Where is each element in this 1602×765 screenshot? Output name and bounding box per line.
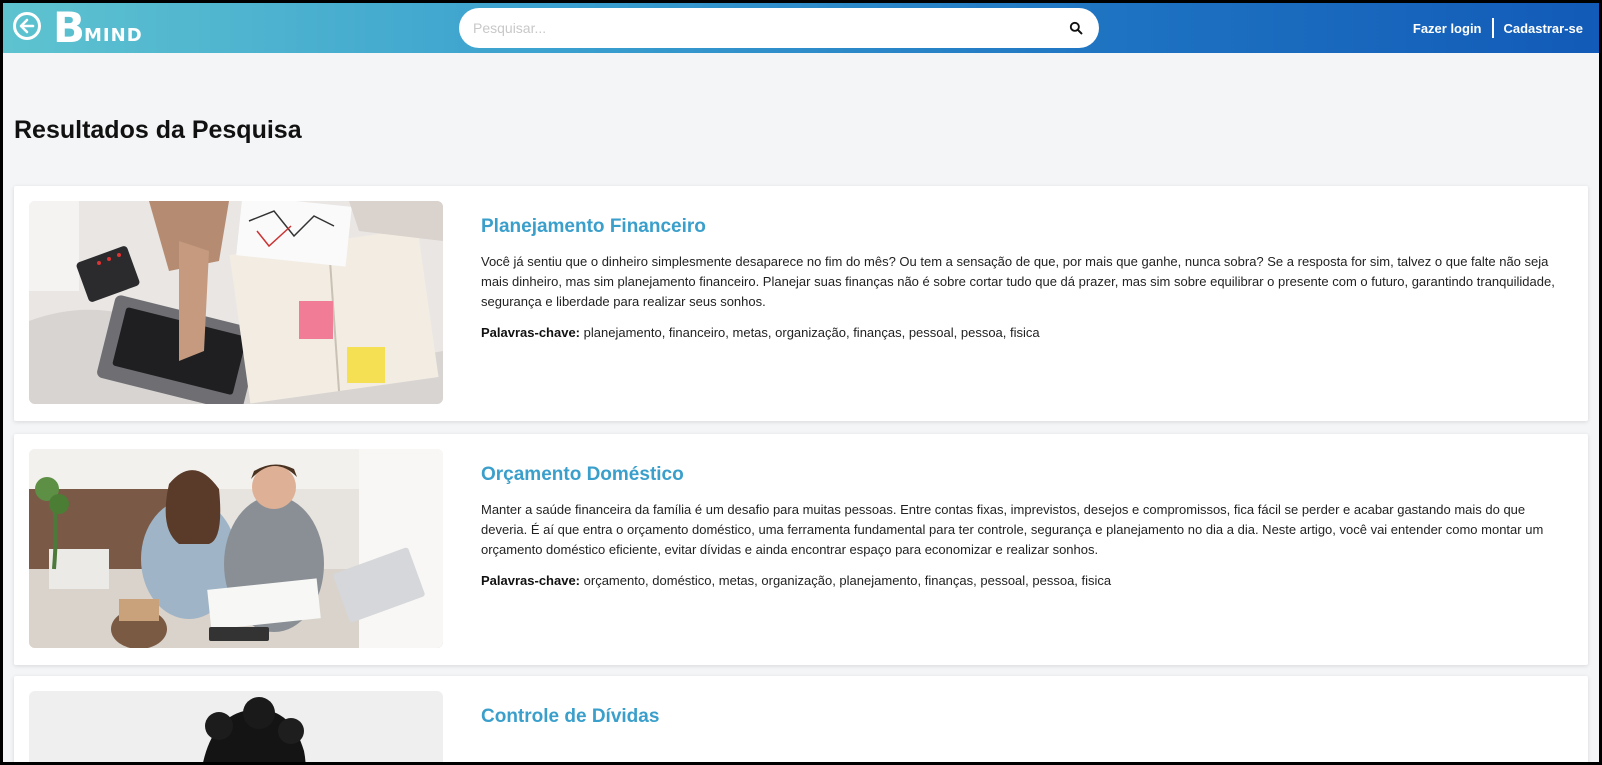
- back-arrow-circle-icon[interactable]: [13, 12, 41, 40]
- result-title[interactable]: Planejamento Financeiro: [481, 216, 1573, 238]
- result-image[interactable]: [29, 201, 443, 404]
- result-card: Orçamento Doméstico Manter a saúde finan…: [14, 434, 1588, 665]
- app-frame: B MIND Fazer login Cadastrar-se Resultad…: [3, 3, 1599, 762]
- result-image[interactable]: [29, 691, 443, 762]
- keywords-value: planejamento, financeiro, metas, organiz…: [583, 325, 1040, 340]
- result-image[interactable]: [29, 449, 443, 648]
- keywords-label: Palavras-chave:: [481, 325, 581, 340]
- auth-links: Fazer login Cadastrar-se: [1413, 3, 1583, 53]
- login-link[interactable]: Fazer login: [1413, 21, 1482, 36]
- result-keywords: Palavras-chave: planejamento, financeiro…: [481, 323, 1573, 343]
- search-input[interactable]: [473, 8, 1043, 48]
- signup-link[interactable]: Cadastrar-se: [1504, 21, 1584, 36]
- page-title: Resultados da Pesquisa: [14, 116, 302, 144]
- logo-letter: B: [53, 3, 85, 52]
- keywords-label: Palavras-chave:: [481, 573, 581, 588]
- result-body: Controle de Dívidas: [481, 706, 1573, 742]
- top-navbar: B MIND Fazer login Cadastrar-se: [3, 3, 1599, 53]
- result-title[interactable]: Orçamento Doméstico: [481, 464, 1573, 486]
- result-card: Controle de Dívidas: [14, 676, 1588, 762]
- result-keywords: Palavras-chave: orçamento, doméstico, me…: [481, 571, 1573, 591]
- search-bar: [459, 8, 1099, 48]
- result-title[interactable]: Controle de Dívidas: [481, 706, 1573, 728]
- result-description: Manter a saúde financeira da família é u…: [481, 502, 1544, 557]
- divider: [1491, 18, 1494, 38]
- result-body: Planejamento Financeiro Você já sentiu q…: [481, 216, 1573, 343]
- logo-text: MIND: [84, 25, 143, 46]
- result-card: Planejamento Financeiro Você já sentiu q…: [14, 186, 1588, 421]
- search-icon[interactable]: [1067, 19, 1085, 37]
- logo[interactable]: B MIND: [53, 5, 143, 49]
- keywords-value: orçamento, doméstico, metas, organização…: [583, 573, 1112, 588]
- result-body: Orçamento Doméstico Manter a saúde finan…: [481, 464, 1573, 591]
- result-description: Você já sentiu que o dinheiro simplesmen…: [481, 254, 1555, 309]
